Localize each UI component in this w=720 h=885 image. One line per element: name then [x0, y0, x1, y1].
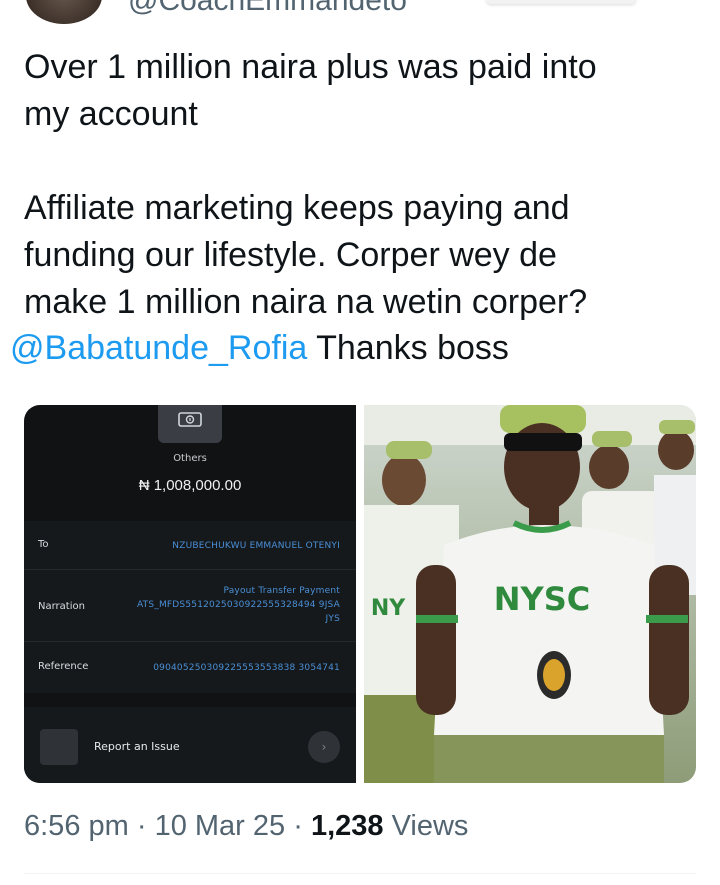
shirt-text-side: NY	[371, 596, 406, 621]
follow-button-edge[interactable]	[486, 0, 636, 4]
receipt-icon-box	[158, 405, 222, 443]
tweet-line: make 1 million naira na wetin corper?	[24, 283, 588, 321]
receipt-image[interactable]: Others ₦ 1,008,000.00 To NZUBECHUKWU EMM…	[24, 405, 356, 783]
divider	[24, 641, 356, 642]
avatar[interactable]	[26, 0, 102, 24]
tweet-meta: 6:56 pm · 10 Mar 25 · 1,238 Views	[24, 810, 468, 843]
to-label: To	[38, 539, 49, 550]
tweet-line: Affiliate marketing keeps paying and	[24, 189, 570, 227]
views-count: 1,238	[310, 810, 384, 842]
tweet-date[interactable]: 10 Mar 25	[155, 810, 286, 842]
tweet-line: Over 1 million naira plus was paid into	[24, 48, 597, 86]
payment-icon	[178, 412, 202, 427]
divider	[24, 569, 356, 570]
receipt-amount: ₦ 1,008,000.00	[138, 477, 242, 494]
narration-line: JYS	[325, 614, 340, 624]
chevron-right-icon: ›	[308, 731, 340, 763]
mention-line: @Babatunde_Rofia Thanks boss	[10, 325, 509, 372]
divider	[24, 873, 696, 874]
reference-value: 090405250309225553553838 3054741	[153, 663, 340, 673]
narration-line: Payout Transfer Payment	[223, 586, 340, 596]
report-row[interactable]: Report an Issue ›	[24, 707, 356, 783]
nysc-badge	[537, 651, 571, 699]
shirt-text: NYSC	[494, 580, 590, 618]
corper-photo[interactable]: NYSC NY	[364, 405, 696, 783]
report-icon-box	[40, 729, 78, 765]
narration-line: ATS_MFDS5512025030922555328494 9JSA	[136, 600, 340, 610]
reference-label: Reference	[38, 661, 89, 672]
tweet-line: funding our lifestyle. Corper wey de	[24, 236, 557, 274]
to-value: NZUBECHUKWU EMMANUEL OTENYI	[172, 541, 340, 551]
narration-label: Narration	[38, 601, 85, 612]
tweet-time[interactable]: 6:56 pm	[24, 810, 129, 842]
views-label: Views	[383, 810, 469, 842]
tweet-line: my account	[24, 95, 198, 133]
separator: ·	[285, 810, 311, 842]
receipt-category: Others	[173, 453, 207, 464]
mention-link[interactable]: @Babatunde_Rofia	[10, 329, 307, 367]
separator: ·	[128, 810, 155, 842]
mention-suffix: Thanks boss	[307, 329, 509, 367]
photo-illustration: NYSC NY	[364, 405, 696, 783]
report-issue-label: Report an Issue	[94, 740, 180, 753]
author-handle[interactable]: @CoachEmmandeto	[128, 0, 407, 18]
tweet-text: Over 1 million naira plus was paid into …	[24, 44, 704, 326]
receipt-details: To NZUBECHUKWU EMMANUEL OTENYI Payout Tr…	[24, 521, 356, 693]
